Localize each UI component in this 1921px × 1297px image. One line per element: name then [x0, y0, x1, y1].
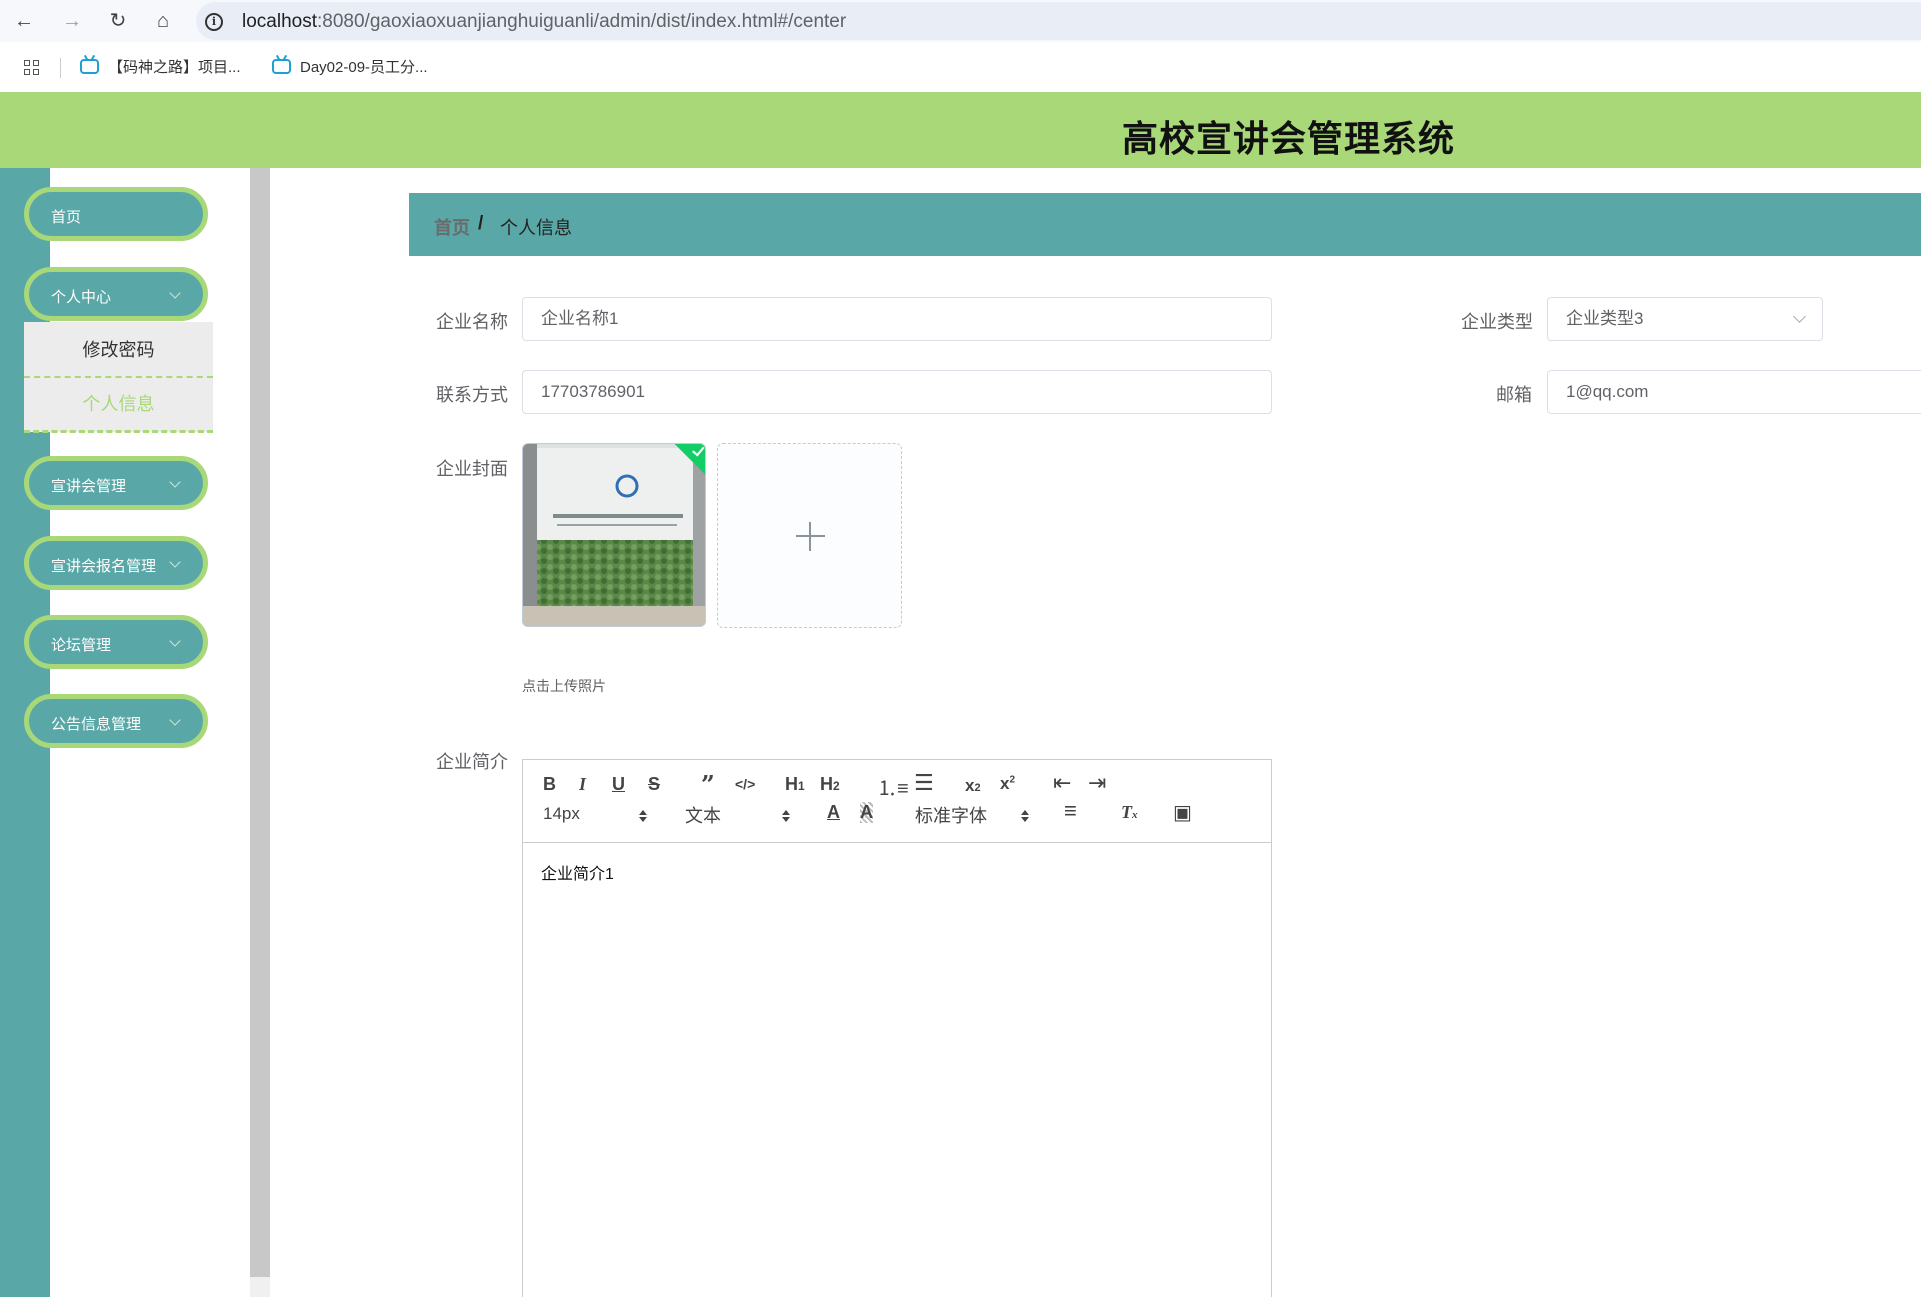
contact-label: 联系方式	[436, 385, 508, 405]
bilibili-icon	[80, 59, 99, 74]
outdent-icon[interactable]: ⇤	[1053, 770, 1071, 796]
company-type-value: 企业类型3	[1566, 309, 1644, 328]
clear-format-icon[interactable]: Tx	[1121, 802, 1138, 823]
company-name-value: 企业名称1	[541, 309, 619, 328]
strikethrough-icon[interactable]: S	[648, 774, 660, 795]
cover-image-thumbnail[interactable]	[522, 443, 706, 627]
subscript-icon[interactable]: x2	[965, 776, 981, 796]
editor-content[interactable]: 企业简介1	[541, 860, 614, 884]
bold-icon[interactable]: B	[543, 774, 556, 795]
cover-image	[523, 444, 705, 626]
site-info-icon[interactable]: i	[205, 13, 223, 31]
app-title: 高校宣讲会管理系统	[1122, 118, 1456, 159]
breadcrumb-separator: /	[478, 213, 484, 234]
sidebar-item-label: 公告信息管理	[51, 716, 142, 733]
bullet-list-icon[interactable]: ☰	[914, 770, 934, 796]
back-icon[interactable]: ←	[11, 9, 37, 33]
bilibili-icon	[272, 59, 291, 74]
indent-icon[interactable]: ⇥	[1088, 770, 1106, 796]
upload-add-button[interactable]	[717, 443, 902, 628]
contact-value: 17703786901	[541, 382, 646, 401]
company-type-label: 企业类型	[1461, 312, 1533, 332]
bookmark-label: Day02-09-员工分...	[300, 59, 428, 76]
sidebar-item-registration-management[interactable]: 宣讲会报名管理	[24, 536, 208, 590]
heading-1-icon[interactable]: H1	[785, 774, 805, 795]
blockquote-icon[interactable]: ”	[701, 770, 715, 799]
font-family-picker[interactable]: 标准字体	[915, 802, 987, 828]
bookmarks-bar: 【码神之路】项目... Day02-09-员工分...	[0, 42, 1921, 92]
scrollbar-end	[250, 1277, 270, 1297]
submenu-item-change-password[interactable]: 修改密码	[24, 324, 213, 378]
chevron-down-icon	[169, 476, 181, 488]
apps-grid-icon[interactable]	[24, 60, 40, 76]
superscript-icon[interactable]: x2	[1000, 774, 1015, 794]
sidebar-item-forum-management[interactable]: 论坛管理	[24, 615, 208, 669]
reload-icon[interactable]: ↻	[105, 9, 131, 33]
rich-text-editor: B I U S ” </> H1 H2 ⒈≡ ☰ x2 x2 ⇤ ⇥ 14px …	[522, 759, 1272, 1297]
upload-tip: 点击上传照片	[522, 678, 606, 694]
email-input[interactable]: 1@qq.com	[1547, 370, 1921, 414]
sidebar-item-label: 论坛管理	[51, 637, 112, 654]
company-name-label: 企业名称	[436, 312, 508, 332]
email-value: 1@qq.com	[1566, 382, 1649, 401]
address-bar[interactable]: i localhost:8080/gaoxiaoxuanjianghuiguan…	[196, 2, 1921, 40]
home-icon[interactable]: ⌂	[150, 9, 176, 33]
forward-icon[interactable]: →	[59, 9, 85, 33]
personal-center-submenu: 修改密码 个人信息	[24, 322, 213, 433]
cover-label: 企业封面	[436, 459, 508, 479]
font-color-icon[interactable]: A	[827, 802, 840, 823]
sidebar-item-notice-management[interactable]: 公告信息管理	[24, 694, 208, 748]
chevron-down-icon	[169, 635, 181, 647]
breadcrumb-current: 个人信息	[500, 218, 572, 238]
app-header: 高校宣讲会管理系统	[0, 92, 1921, 168]
sidebar-scrollbar[interactable]	[250, 168, 270, 1297]
image-icon[interactable]: ▣	[1173, 800, 1192, 825]
breadcrumb-home[interactable]: 首页	[434, 214, 470, 240]
sidebar-item-session-management[interactable]: 宣讲会管理	[24, 456, 208, 510]
bookmark-divider	[60, 58, 61, 78]
heading-2-icon[interactable]: H2	[820, 774, 840, 795]
italic-icon[interactable]: I	[579, 774, 586, 795]
header-picker[interactable]: 文本	[685, 802, 721, 828]
submenu-item-personal-info[interactable]: 个人信息	[24, 378, 213, 433]
sidebar-item-home[interactable]: 首页	[24, 187, 208, 241]
code-block-icon[interactable]: </>	[735, 776, 755, 792]
chevron-down-icon	[169, 287, 181, 299]
sidebar-item-personal-center[interactable]: 个人中心	[24, 267, 208, 321]
chevron-down-icon	[1793, 310, 1806, 323]
editor-toolbar: B I U S ” </> H1 H2 ⒈≡ ☰ x2 x2 ⇤ ⇥ 14px …	[523, 760, 1271, 843]
plus-icon-vertical	[809, 522, 811, 551]
email-label: 邮箱	[1496, 385, 1532, 405]
sidebar-item-label: 宣讲会报名管理	[51, 558, 157, 575]
sidebar-item-label: 宣讲会管理	[51, 478, 127, 495]
company-type-select[interactable]: 企业类型3	[1547, 297, 1823, 341]
bookmark-label: 【码神之路】项目...	[108, 59, 241, 76]
chevron-down-icon	[169, 556, 181, 568]
sidebar-item-label: 个人中心	[51, 289, 112, 306]
underline-icon[interactable]: U	[612, 774, 625, 795]
url-text[interactable]: localhost:8080/gaoxiaoxuanjianghuiguanli…	[242, 11, 846, 33]
font-size-picker[interactable]: 14px	[543, 804, 580, 824]
background-color-icon[interactable]: A	[860, 802, 873, 823]
browser-toolbar: ← → ↻ ⌂ i localhost:8080/gaoxiaoxuanjian…	[0, 0, 1921, 42]
intro-label: 企业简介	[436, 752, 508, 772]
ordered-list-icon[interactable]: ⒈≡	[877, 772, 909, 801]
company-name-input[interactable]: 企业名称1	[522, 297, 1272, 341]
breadcrumb: 首页 / 个人信息	[409, 193, 1921, 256]
contact-input[interactable]: 17703786901	[522, 370, 1272, 414]
sidebar-item-label: 首页	[51, 209, 82, 226]
chevron-down-icon	[169, 714, 181, 726]
align-icon[interactable]: ≡	[1064, 798, 1077, 824]
